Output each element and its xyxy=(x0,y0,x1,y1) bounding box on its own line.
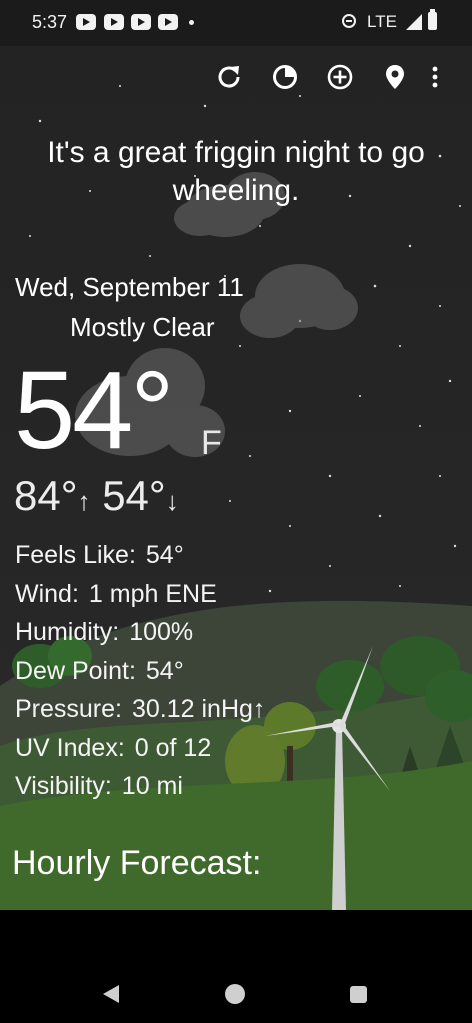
current-temperature: 54° xyxy=(14,349,174,472)
temperature-unit: F xyxy=(201,424,222,462)
youtube-icon xyxy=(158,14,178,30)
battery-icon xyxy=(428,9,437,30)
current-condition: Mostly Clear xyxy=(70,312,215,342)
status-bar: 5:37 LTE xyxy=(0,0,472,46)
hourly-forecast-heading: Hourly Forecast: xyxy=(12,844,262,882)
more-vert-icon xyxy=(432,66,438,88)
forecast-date: Wed, September 11 xyxy=(15,272,244,302)
status-time: 5:37 xyxy=(32,12,68,32)
radar-button[interactable] xyxy=(270,62,306,98)
recents-button[interactable] xyxy=(350,986,367,1003)
weather-tagline: It's a great friggin night to go wheelin… xyxy=(47,136,425,207)
youtube-icon xyxy=(76,14,96,30)
weather-details: Feels Like: 54° Wind: 1 mph ENE Humidity: 1… xyxy=(15,536,265,806)
radar-icon xyxy=(273,65,297,89)
detail-visibility: Visibility: 10 mi xyxy=(15,767,265,806)
up-arrow-icon: ↑ xyxy=(77,486,91,516)
detail-uv-index: UV Index: 0 of 12 xyxy=(15,729,265,768)
location-button[interactable] xyxy=(380,62,416,98)
down-arrow-icon: ↓ xyxy=(165,486,179,516)
refresh-icon xyxy=(218,66,240,88)
high-temperature: 84° xyxy=(14,472,78,519)
detail-feels-like: Feels Like: 54° xyxy=(15,536,265,575)
detail-label: Feels Like: xyxy=(15,541,136,569)
detail-label: Visibility: xyxy=(15,772,112,800)
youtube-icon xyxy=(104,14,124,30)
detail-value: 54° xyxy=(145,541,184,569)
detail-label: Pressure: xyxy=(15,695,122,723)
detail-pressure: Pressure: 30.12 inHg↑ xyxy=(15,690,265,729)
detail-value: 10 mi xyxy=(121,772,183,800)
detail-label: UV Index: xyxy=(15,733,125,762)
detail-humidity: Humidity: 100% xyxy=(15,613,265,652)
add-location-button[interactable] xyxy=(325,62,361,98)
location-pin-icon xyxy=(386,65,404,89)
crescent-moon-icon xyxy=(10,50,24,78)
detail-value: 54° xyxy=(145,656,184,685)
refresh-button[interactable] xyxy=(214,62,250,98)
detail-dew-point: Dew Point: 54° xyxy=(15,652,265,691)
home-button[interactable] xyxy=(225,984,245,1004)
detail-label: Wind: xyxy=(15,579,79,608)
detail-value: 100% xyxy=(129,618,194,646)
navigation-bar xyxy=(0,910,472,1023)
add-location-icon xyxy=(327,64,353,90)
weather-background-scene: It's a great friggin night to go wheelin… xyxy=(0,46,472,910)
back-button[interactable] xyxy=(103,985,119,1003)
signal-icon xyxy=(406,14,422,30)
network-type: LTE xyxy=(367,12,397,31)
more-options-button[interactable] xyxy=(430,62,460,98)
more-notifications-dot-icon xyxy=(189,20,194,25)
detail-value: 0 of 12 xyxy=(134,733,212,762)
youtube-icon xyxy=(131,14,151,30)
detail-wind: Wind: 1 mph ENE xyxy=(15,575,265,614)
detail-label: Humidity: xyxy=(15,618,120,646)
detail-label: Dew Point: xyxy=(15,656,136,685)
detail-value: 30.12 inHg↑ xyxy=(131,695,266,723)
detail-value: 1 mph ENE xyxy=(88,579,217,608)
low-temperature: 54° xyxy=(102,472,166,519)
do-not-disturb-icon xyxy=(342,14,356,28)
high-low-temperatures: 84°↑ 54°↓ xyxy=(14,472,179,520)
